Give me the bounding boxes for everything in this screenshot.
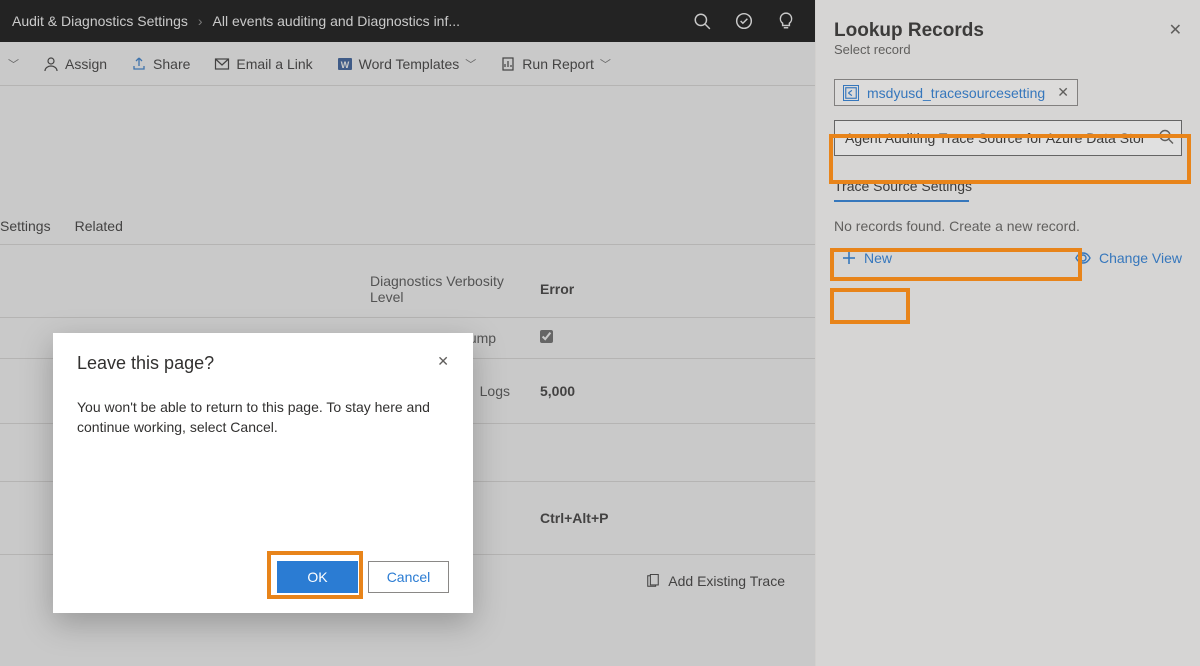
- command-bar: ﹀ Assign Share Email a Link W Word Templ…: [0, 42, 815, 86]
- entity-icon: [843, 85, 859, 101]
- word-templates-button[interactable]: W Word Templates ﹀: [337, 56, 477, 72]
- ok-button[interactable]: OK: [277, 561, 358, 593]
- search-icon[interactable]: [1158, 129, 1174, 148]
- logs-value[interactable]: 5,000: [540, 383, 575, 399]
- change-view-button[interactable]: Change View: [1075, 250, 1182, 266]
- run-report-button[interactable]: Run Report ﹀: [500, 56, 611, 72]
- close-icon[interactable]: ✕: [437, 353, 449, 370]
- tab-related[interactable]: Related: [75, 218, 123, 234]
- panel-actions: New Change View: [834, 248, 1182, 268]
- dialog-title: Leave this page?: [77, 353, 214, 374]
- lightbulb-icon[interactable]: [777, 12, 795, 30]
- tab-settings[interactable]: Settings: [0, 218, 51, 234]
- svg-text:W: W: [340, 60, 349, 70]
- crash-checkbox[interactable]: [540, 330, 553, 343]
- search-wrap: [834, 120, 1182, 156]
- breadcrumb-audit[interactable]: Audit & Diagnostics Settings: [12, 13, 188, 29]
- search-input[interactable]: [834, 120, 1182, 156]
- dialog-body: You won't be able to return to this page…: [77, 398, 449, 437]
- run-label: Run Report: [522, 56, 594, 72]
- section-trace-source: Trace Source Settings: [834, 178, 972, 200]
- change-view-label: Change View: [1099, 250, 1182, 266]
- add-existing-label: Add Existing Trace: [668, 573, 785, 589]
- chevron-down-icon: ﹀: [600, 56, 611, 72]
- tabs: Settings Related: [0, 186, 815, 245]
- share-button[interactable]: Share: [131, 56, 190, 72]
- panel-title: Lookup Records: [834, 20, 984, 42]
- assign-label: Assign: [65, 56, 107, 72]
- email-link-button[interactable]: Email a Link: [214, 56, 312, 72]
- new-label: New: [864, 250, 892, 266]
- new-button[interactable]: New: [834, 248, 900, 268]
- entity-label: msdyusd_tracesourcesetting: [867, 85, 1045, 101]
- chevron-right-icon: ›: [198, 13, 203, 29]
- header-icons: [693, 12, 803, 30]
- field-diagnostics-verbosity: Diagnostics Verbosity Level Error: [0, 261, 815, 318]
- panel-subtitle: Select record: [834, 42, 984, 57]
- no-records-message: No records found. Create a new record.: [834, 218, 1182, 234]
- overflow-chevron[interactable]: ﹀: [8, 56, 19, 72]
- lookup-panel: Lookup Records Select record ✕ msdyusd_t…: [815, 0, 1200, 666]
- diag-label: Diagnostics Verbosity Level: [370, 273, 540, 305]
- breadcrumb-current: All events auditing and Diagnostics inf.…: [213, 13, 460, 29]
- email-label: Email a Link: [236, 56, 312, 72]
- word-label: Word Templates: [359, 56, 460, 72]
- search-icon[interactable]: [693, 12, 711, 30]
- close-icon[interactable]: ✕: [1169, 20, 1182, 40]
- cancel-button[interactable]: Cancel: [368, 561, 449, 593]
- breadcrumb: Audit & Diagnostics Settings › All event…: [12, 13, 460, 29]
- top-header: Audit & Diagnostics Settings › All event…: [0, 0, 815, 42]
- section-underline: [834, 200, 969, 202]
- crash-value[interactable]: [540, 330, 553, 346]
- shortcut-value[interactable]: Ctrl+Alt+P: [540, 510, 608, 526]
- task-icon[interactable]: [735, 12, 753, 30]
- share-label: Share: [153, 56, 190, 72]
- assign-button[interactable]: Assign: [43, 56, 107, 72]
- remove-entity-icon[interactable]: ✕: [1057, 84, 1069, 101]
- diag-value[interactable]: Error: [540, 281, 574, 297]
- chevron-down-icon: ﹀: [465, 56, 476, 72]
- entity-chip[interactable]: msdyusd_tracesourcesetting ✕: [834, 79, 1078, 106]
- leave-page-dialog: Leave this page? ✕ You won't be able to …: [53, 333, 473, 613]
